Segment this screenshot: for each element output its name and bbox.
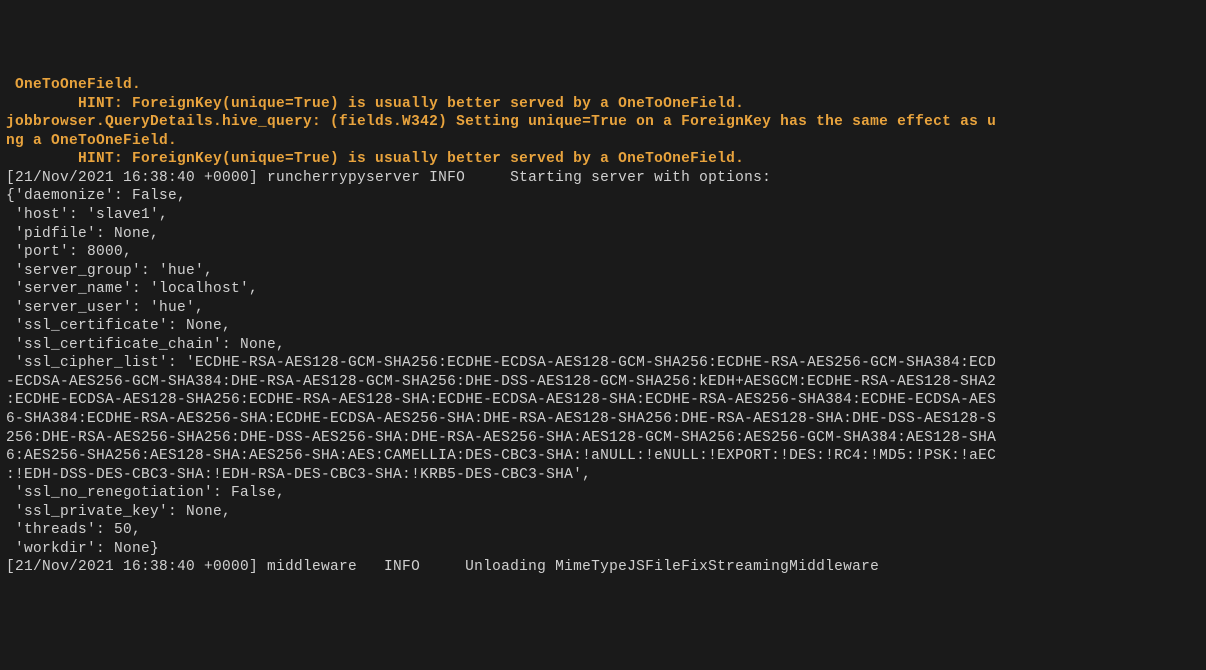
log-line: 'server_name': 'localhost', bbox=[6, 280, 1200, 299]
terminal-output[interactable]: OneToOneField. HINT: ForeignKey(unique=T… bbox=[6, 76, 1200, 577]
log-line: 'server_group': 'hue', bbox=[6, 262, 1200, 281]
log-line: -ECDSA-AES256-GCM-SHA384:DHE-RSA-AES128-… bbox=[6, 373, 1200, 392]
log-line: 'pidfile': None, bbox=[6, 225, 1200, 244]
log-line: {'daemonize': False, bbox=[6, 187, 1200, 206]
log-line: 'ssl_private_key': None, bbox=[6, 503, 1200, 522]
log-line: HINT: ForeignKey(unique=True) is usually… bbox=[6, 150, 1200, 169]
log-line: ng a OneToOneField. bbox=[6, 132, 1200, 151]
log-line: :!EDH-DSS-DES-CBC3-SHA:!EDH-RSA-DES-CBC3… bbox=[6, 466, 1200, 485]
log-line: 6:AES256-SHA256:AES128-SHA:AES256-SHA:AE… bbox=[6, 447, 1200, 466]
log-line: 'ssl_cipher_list': 'ECDHE-RSA-AES128-GCM… bbox=[6, 354, 1200, 373]
log-line: 'server_user': 'hue', bbox=[6, 299, 1200, 318]
log-line: 'threads': 50, bbox=[6, 521, 1200, 540]
log-line: 'ssl_no_renegotiation': False, bbox=[6, 484, 1200, 503]
log-line: HINT: ForeignKey(unique=True) is usually… bbox=[6, 95, 1200, 114]
log-line: 'workdir': None} bbox=[6, 540, 1200, 559]
log-line: 'host': 'slave1', bbox=[6, 206, 1200, 225]
log-line: jobbrowser.QueryDetails.hive_query: (fie… bbox=[6, 113, 1200, 132]
log-line: 256:DHE-RSA-AES256-SHA256:DHE-DSS-AES256… bbox=[6, 429, 1200, 448]
log-line: [21/Nov/2021 16:38:40 +0000] runcherrypy… bbox=[6, 169, 1200, 188]
log-line: [21/Nov/2021 16:38:40 +0000] middleware … bbox=[6, 558, 1200, 577]
log-line: 'ssl_certificate_chain': None, bbox=[6, 336, 1200, 355]
log-line: 6-SHA384:ECDHE-RSA-AES256-SHA:ECDHE-ECDS… bbox=[6, 410, 1200, 429]
log-line: :ECDHE-ECDSA-AES128-SHA256:ECDHE-RSA-AES… bbox=[6, 391, 1200, 410]
log-line: OneToOneField. bbox=[6, 76, 1200, 95]
log-line: 'port': 8000, bbox=[6, 243, 1200, 262]
log-line: 'ssl_certificate': None, bbox=[6, 317, 1200, 336]
